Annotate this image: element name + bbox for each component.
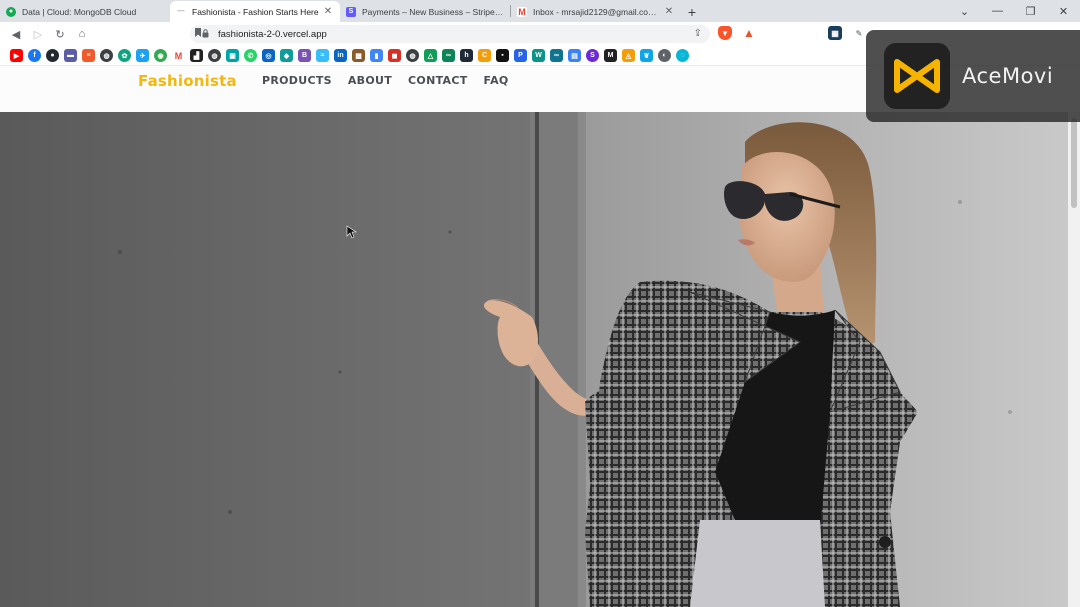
share-icon[interactable]: ⇪ — [694, 28, 702, 39]
globe-icon[interactable]: ◍ — [100, 49, 113, 62]
lock-icon — [202, 29, 209, 38]
nav-faq[interactable]: FAQ — [484, 74, 509, 87]
acemovi-logo-icon — [884, 43, 950, 109]
home-icon[interactable]: ⌂ — [71, 23, 93, 45]
bookmark-icon[interactable]: ✈ — [136, 49, 149, 62]
page-favicon-icon: — — [177, 8, 185, 15]
tab-title: Data | Cloud: MongoDB Cloud — [22, 6, 137, 17]
window-controls: ⌄ — ❐ ✕ — [948, 0, 1080, 22]
brave-shield-icon[interactable]: ▼ — [718, 26, 732, 40]
gmail-favicon-icon: M — [517, 6, 527, 17]
bookmark-icon[interactable]: ◆ — [280, 49, 293, 62]
youtube-icon[interactable]: ▶ — [10, 49, 23, 62]
bookmark-icon[interactable]: ◬ — [622, 49, 635, 62]
bookmark-icon[interactable]: P — [514, 49, 527, 62]
mongodb-favicon-icon: ● — [6, 6, 16, 17]
bookmark-icon[interactable]: ▪ — [496, 49, 509, 62]
extension-icon[interactable]: ▦ — [828, 26, 842, 40]
page-scrollbar[interactable] — [1068, 112, 1080, 607]
close-tab-icon[interactable]: ✕ — [663, 6, 675, 17]
chevron-down-icon[interactable]: ⌄ — [948, 0, 981, 22]
url-text: fashionista-2-0.vercel.app — [218, 28, 327, 40]
bookmark-icon[interactable]: B — [298, 49, 311, 62]
restore-icon[interactable]: ❐ — [1014, 0, 1047, 22]
globe-icon[interactable]: ◍ — [406, 49, 419, 62]
acemovi-watermark: AceMovi — [866, 30, 1080, 122]
bookmark-icon[interactable]: ▤ — [568, 49, 581, 62]
facebook-icon[interactable]: f — [28, 49, 41, 62]
minimize-icon[interactable]: — — [981, 0, 1014, 22]
close-tab-icon[interactable]: ✕ — [322, 6, 334, 17]
hero-photo — [0, 112, 1068, 607]
bookmark-icon[interactable]: W — [532, 49, 545, 62]
bookmark-icon[interactable] — [193, 27, 203, 38]
bookmark-icon[interactable]: ◎ — [262, 49, 275, 62]
extension-icon[interactable]: ✎ — [852, 26, 866, 40]
bookmark-icon[interactable]: ◌ — [676, 49, 689, 62]
bookmark-icon[interactable]: ∞ — [442, 49, 455, 62]
forward-icon[interactable]: ▷ — [27, 23, 49, 45]
nav-contact[interactable]: CONTACT — [408, 74, 467, 87]
gmail-icon[interactable]: M — [172, 49, 185, 62]
bookmark-icon[interactable]: ✿ — [118, 49, 131, 62]
bookmark-icon[interactable]: ❦ — [640, 49, 653, 62]
reload-icon[interactable]: ↻ — [49, 23, 71, 45]
bookmark-icon[interactable]: △ — [424, 49, 437, 62]
acemovi-label: AceMovi — [962, 64, 1054, 88]
chart-icon[interactable]: ▮ — [370, 49, 383, 62]
brave-rewards-icon[interactable]: ▲ — [742, 26, 756, 40]
bookmark-icon[interactable]: M — [604, 49, 617, 62]
bookmark-icon[interactable]: ◐ — [658, 49, 671, 62]
tab-gmail[interactable]: M Inbox - mrsajid2129@gmail.com - Gm... … — [511, 1, 681, 22]
tab-mongodb[interactable]: ● Data | Cloud: MongoDB Cloud — [0, 1, 170, 22]
back-icon[interactable]: ◀ — [5, 23, 27, 45]
bookmark-icon[interactable]: h — [460, 49, 473, 62]
address-bar[interactable]: fashionista-2-0.vercel.app ⇪ — [190, 25, 710, 43]
hero-image — [0, 112, 1068, 607]
bookmark-icon[interactable]: ▩ — [352, 49, 365, 62]
tab-stripe[interactable]: S Payments – New Business – Stripe [Te..… — [340, 1, 510, 22]
tab-title: Payments – New Business – Stripe [Te... — [362, 6, 504, 17]
new-tab-button[interactable]: + — [681, 1, 703, 22]
tab-fashionista[interactable]: — Fashionista - Fashion Starts Here ✕ — [170, 1, 340, 22]
bookmark-icon[interactable]: ≈ — [316, 49, 329, 62]
nav-about[interactable]: ABOUT — [348, 74, 392, 87]
bookmark-icon[interactable]: ▟ — [190, 49, 203, 62]
bookmark-icon[interactable]: ◉ — [154, 49, 167, 62]
tab-title: Inbox - mrsajid2129@gmail.com - Gm... — [533, 6, 663, 17]
whatsapp-icon[interactable]: ✆ — [244, 49, 257, 62]
tab-title: Fashionista - Fashion Starts Here — [192, 6, 319, 17]
browser-window: ● Data | Cloud: MongoDB Cloud — Fashioni… — [0, 0, 1080, 607]
site-nav: PRODUCTS ABOUT CONTACT FAQ — [262, 74, 509, 87]
bookmark-icon[interactable]: ◼ — [388, 49, 401, 62]
linkedin-icon[interactable]: in — [334, 49, 347, 62]
nav-products[interactable]: PRODUCTS — [262, 74, 332, 87]
bookmark-icon[interactable]: C — [478, 49, 491, 62]
tab-strip: ● Data | Cloud: MongoDB Cloud — Fashioni… — [0, 0, 1080, 22]
bookmark-icon[interactable]: ▬ — [64, 49, 77, 62]
scrollbar-thumb[interactable] — [1071, 118, 1077, 208]
close-icon[interactable]: ✕ — [1047, 0, 1080, 22]
site-logo[interactable]: Fashionista — [138, 72, 237, 90]
github-icon[interactable]: ● — [46, 49, 59, 62]
bookmark-icon[interactable]: S — [586, 49, 599, 62]
bookmark-icon[interactable]: ∞ — [550, 49, 563, 62]
globe-icon[interactable]: ◍ — [208, 49, 221, 62]
bookmark-icon[interactable]: ≡ — [82, 49, 95, 62]
stripe-favicon-icon: S — [346, 6, 356, 17]
bookmark-icon[interactable]: ▣ — [226, 49, 239, 62]
